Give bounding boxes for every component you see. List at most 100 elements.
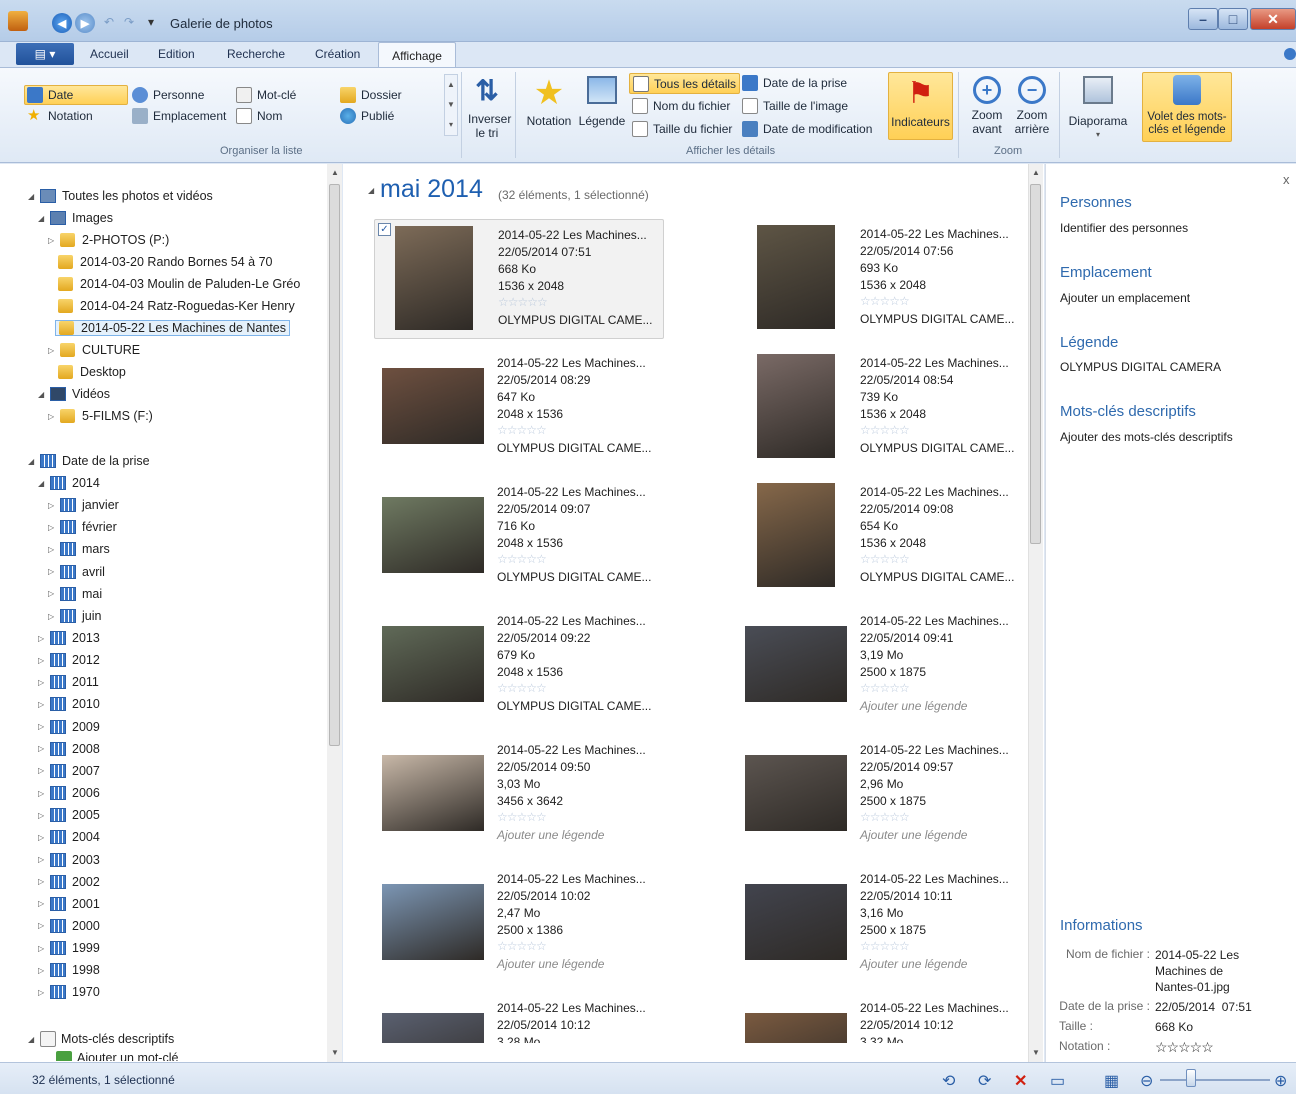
expand-arrow-icon[interactable]: ▷ [48, 346, 58, 355]
tree-images[interactable]: ◢ Images [38, 211, 113, 225]
arrange-by-name[interactable]: Nom [236, 108, 282, 124]
show-modified-date[interactable]: Date de modification [742, 121, 872, 137]
tree-year[interactable]: ▷ 2003 [38, 852, 100, 867]
expand-arrow-icon[interactable]: ▷ [38, 988, 48, 997]
file-menu-button[interactable]: ▤ ▾ [16, 43, 74, 65]
photo-rating[interactable]: ☆☆☆☆☆ [497, 680, 547, 697]
photo-thumbnail[interactable] [745, 626, 847, 702]
expand-arrow-icon[interactable]: ▷ [48, 236, 58, 245]
tab-accueil[interactable]: Accueil [90, 47, 129, 61]
photo-thumbnail[interactable] [382, 1013, 484, 1043]
maximize-button[interactable]: □ [1218, 8, 1248, 30]
add-keyword-link[interactable]: Ajouter un mot-clé [56, 1051, 178, 1061]
tree-year[interactable]: ▷ 2004 [38, 830, 100, 845]
photo-item[interactable]: 2014-05-22 Les Machines... 22/05/2014 09:… [374, 735, 664, 855]
photo-caption[interactable]: OLYMPUS DIGITAL CAME... [860, 440, 1014, 457]
close-pane-button[interactable]: x [1283, 172, 1290, 187]
tree-month[interactable]: ▷ mars [48, 542, 110, 557]
tree-year[interactable]: ▷ 2009 [38, 719, 100, 734]
tab-edition[interactable]: Edition [158, 47, 195, 61]
tree-year[interactable]: ▷ 2010 [38, 697, 100, 712]
expand-arrow-icon[interactable]: ▷ [38, 966, 48, 975]
close-button[interactable]: ✕ [1250, 8, 1296, 30]
photo-rating[interactable]: ☆☆☆☆☆ [497, 938, 547, 955]
photo-rating[interactable]: ☆☆☆☆☆ [860, 293, 910, 310]
photo-item[interactable]: 2014-05-22 Les Machines... 22/05/2014 09:… [374, 477, 664, 597]
collapse-arrow-icon[interactable]: ◢ [28, 1035, 38, 1044]
arrange-by-keyword[interactable]: Mot-clé [236, 87, 296, 103]
slideshow-icon[interactable]: ▭ [1050, 1071, 1065, 1091]
photo-thumbnail[interactable] [757, 483, 835, 587]
tree-year[interactable]: ▷ 2006 [38, 786, 100, 801]
photo-item[interactable]: 2014-05-22 Les Machines... 22/05/2014 08:… [737, 348, 1027, 468]
photo-caption[interactable]: OLYMPUS DIGITAL CAME... [498, 312, 652, 329]
tree-folder[interactable]: ▷ 5-FILMS (F:) [48, 409, 153, 423]
organize-scroll[interactable]: ▲ ▼ ▾ [444, 74, 458, 136]
tree-folder[interactable]: 2014-03-20 Rando Bornes 54 à 70 [58, 255, 273, 269]
expand-arrow-icon[interactable]: ▷ [48, 501, 58, 510]
tree-folder[interactable]: ▷ CULTURE [48, 343, 140, 357]
photo-caption[interactable]: OLYMPUS DIGITAL CAME... [497, 698, 651, 715]
expand-arrow-icon[interactable]: ▷ [48, 545, 58, 554]
expand-arrow-icon[interactable]: ▷ [38, 656, 48, 665]
zoom-in-button[interactable]: + Zoom avant [964, 76, 1010, 136]
zoom-slider[interactable] [1160, 1079, 1270, 1081]
photo-thumbnail[interactable] [745, 884, 847, 960]
photo-rating[interactable]: ☆☆☆☆☆ [498, 294, 548, 311]
add-keywords-link[interactable]: Ajouter des mots-clés descriptifs [1060, 430, 1233, 444]
group-title[interactable]: mai 2014 [380, 175, 483, 204]
gallery-scrollbar-thumb[interactable] [1030, 184, 1041, 544]
photo-thumbnail[interactable] [382, 497, 484, 573]
arrange-by-location[interactable]: Emplacement [132, 108, 226, 124]
tree-year[interactable]: ▷ 1998 [38, 963, 100, 978]
tab-creation[interactable]: Création [315, 47, 360, 61]
expand-arrow-icon[interactable]: ▷ [38, 789, 48, 798]
photo-item[interactable]: 2014-05-22 Les Machines... 22/05/2014 09:… [374, 606, 664, 726]
show-caption-button[interactable]: Légende [577, 76, 627, 128]
tree-year[interactable]: ▷ 2005 [38, 808, 100, 823]
arrange-by-rating[interactable]: ★ Notation [27, 108, 93, 124]
gallery-scroll-down-icon[interactable]: ▼ [1032, 1048, 1040, 1057]
slideshow-button[interactable]: Diaporama ▾ [1064, 76, 1132, 142]
expand-arrow-icon[interactable]: ▷ [48, 612, 58, 621]
zoom-minus-icon[interactable]: ⊖ [1140, 1071, 1153, 1091]
nav-scroll-down-icon[interactable]: ▼ [331, 1048, 339, 1057]
photo-caption[interactable]: OLYMPUS DIGITAL CAME... [497, 569, 651, 586]
expand-arrow-icon[interactable]: ▷ [38, 766, 48, 775]
collapse-arrow-icon[interactable]: ◢ [38, 479, 48, 488]
tree-keywords[interactable]: ◢ Mots-clés descriptifs [28, 1031, 174, 1047]
photo-item[interactable]: 2014-05-22 Les Machines... 22/05/2014 09:… [737, 477, 1027, 597]
photo-item[interactable]: 2014-05-22 Les Machines... 22/05/2014 08:… [374, 348, 664, 468]
thumbnail-view-icon[interactable]: ▦ [1104, 1071, 1119, 1091]
tab-recherche[interactable]: Recherche [227, 47, 285, 61]
tree-month[interactable]: ▷ avril [48, 564, 105, 579]
photo-rating[interactable]: ☆☆☆☆☆ [860, 422, 910, 439]
expand-arrow-icon[interactable]: ▷ [38, 944, 48, 953]
expand-arrow-icon[interactable]: ▷ [38, 899, 48, 908]
expand-arrow-icon[interactable]: ▷ [38, 744, 48, 753]
back-button[interactable]: ◀ [52, 13, 72, 33]
photo-rating[interactable]: ☆☆☆☆☆ [860, 551, 910, 568]
expand-arrow-icon[interactable]: ▷ [48, 412, 58, 421]
tree-year[interactable]: ▷ 2013 [38, 631, 100, 645]
zoom-slider-thumb[interactable] [1186, 1069, 1196, 1087]
photo-item[interactable]: 2014-05-22 Les Machines... 22/05/2014 10:… [737, 864, 1027, 984]
photo-item[interactable]: 2014-05-22 Les Machines... 22/05/2014 09:… [737, 606, 1027, 726]
tree-videos[interactable]: ◢ Vidéos [38, 387, 110, 401]
tree-date-taken[interactable]: ◢ Date de la prise [28, 454, 150, 468]
keyword-caption-pane-button[interactable]: Volet des mots-clés et légende [1142, 72, 1232, 142]
expand-arrow-icon[interactable]: ▷ [38, 678, 48, 687]
tree-year[interactable]: ▷ 1970 [38, 985, 100, 1000]
photo-caption[interactable]: Ajouter une légende [497, 956, 604, 973]
rating-value[interactable]: ☆☆☆☆☆ [1155, 1039, 1214, 1055]
expand-arrow-icon[interactable]: ▷ [38, 833, 48, 842]
show-file-size[interactable]: Taille du fichier [632, 121, 732, 137]
nav-scroll-up-icon[interactable]: ▲ [331, 168, 339, 177]
forward-button[interactable]: ▶ [75, 13, 95, 33]
quick-access-dropdown-icon[interactable]: ▾ [144, 15, 158, 29]
photo-thumbnail[interactable] [382, 368, 484, 444]
expand-arrow-icon[interactable]: ▷ [48, 589, 58, 598]
zoom-out-button[interactable]: − Zoom arrière [1008, 76, 1056, 136]
tree-folder[interactable]: ▷ 2-PHOTOS (P:) [48, 233, 169, 247]
photo-item[interactable]: 2014-05-22 Les Machines... 22/05/2014 10:… [374, 864, 664, 984]
